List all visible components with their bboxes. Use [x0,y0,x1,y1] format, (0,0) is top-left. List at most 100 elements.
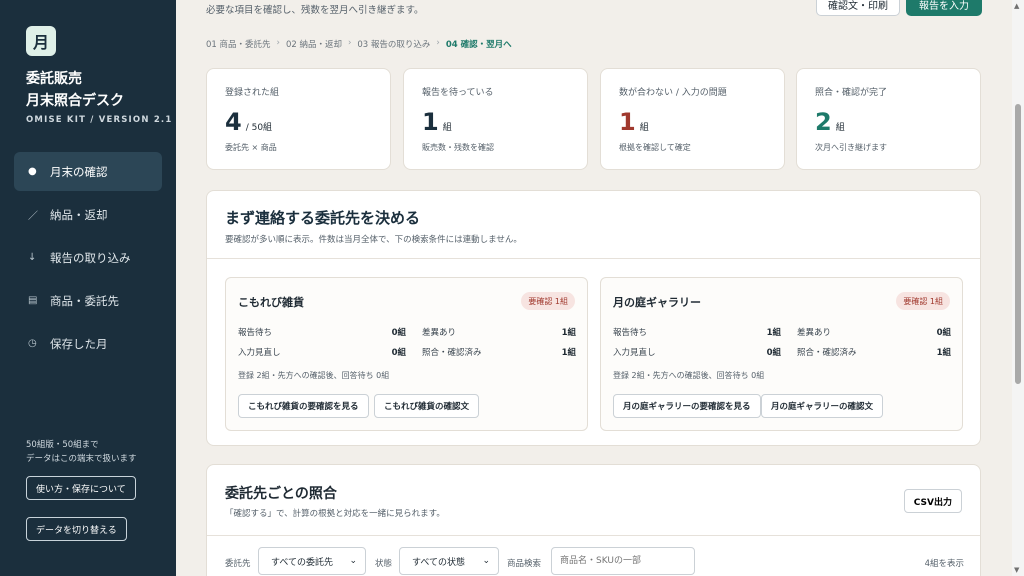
status-badge: 要確認 1組 [896,292,950,310]
sidebar-nav: ● 月末の確認 ／ 納品・返却 ↓ 報告の取り込み ▤ 商品・委託先 ◷ 保存した月 [14,152,162,367]
sidebar-item-import[interactable]: ↓ 報告の取り込み [14,238,162,277]
status-select[interactable]: すべての状態 ⌄ [399,547,499,575]
stat-label: 照合・確認が完了 [815,88,888,98]
stats-value: 1組 [936,348,951,358]
filter-status-label: 状態 [375,559,393,569]
help-button[interactable]: 使い方・保存について [26,476,136,500]
stats-label: 差異あり [422,328,457,338]
stat-unit: 組 [835,123,845,133]
scroll-up-icon[interactable]: ▲ [1014,2,1019,10]
stats-label: 報告待ち [613,328,648,338]
step-3[interactable]: 03 報告の取り込み [357,38,430,50]
step-2[interactable]: 02 納品・返却 [286,38,342,50]
report-input-button[interactable]: 報告を入力 [906,0,982,16]
download-icon: ↓ [28,252,37,263]
stats-label: 入力見直し [238,348,281,358]
stats-value: 0組 [391,328,406,338]
pencil-icon: ／ [28,211,38,222]
stats-value: 1組 [766,328,781,338]
confirm-letter-button[interactable]: 月の庭ギャラリーの確認文 [761,394,884,418]
consignor-card: こもれび雑貨 要確認 1組 報告待ち 0組 差異あり 1組 入力見直し 0組 照合・確認済… [225,277,588,431]
consignor-card: 月の庭ギャラリー 要確認 1組 報告待ち 1組 差異あり 0組 入力見直し 0組 照合・確… [600,277,963,431]
stats-label: 報告待ち [238,328,273,338]
view-issues-button[interactable]: こもれび雑貨の要確認を見る [238,394,369,418]
consignor-select[interactable]: すべての委託先 ⌄ [258,547,366,575]
step-breadcrumb: 01 商品・委託先 › 02 納品・返却 › 03 報告の取り込み › 04 確認・翌… [206,38,512,50]
dot-icon: ● [28,166,37,177]
main-content: 必要な項目を確認し、残数を翌月へ引き継ぎます。 確認文・印刷 報告を入力 01 … [176,0,1012,576]
sidebar-item-products[interactable]: ▤ 商品・委託先 [14,281,162,320]
result-count: 4組を表示 [924,559,964,569]
stats-label: 照合・確認済み [797,348,857,358]
stats-row: 入力見直し 0組 照合・確認済み 1組 [613,342,951,362]
sidebar-item-delivery[interactable]: ／ 納品・返却 [14,195,162,234]
scrollbar-thumb[interactable] [1015,104,1021,384]
sidebar-item-monthend[interactable]: ● 月末の確認 [14,152,162,191]
status-badge: 要確認 1組 [521,292,575,310]
stat-card-mismatch: 数が合わない / 入力の問題 1組 根拠を確認して確定 [600,68,785,170]
stat-value-row: 4/ 50組 [225,108,372,136]
reconcile-subtitle: 「確認する」で、計算の根拠と対応を一緒に見られます。 [225,509,445,519]
confirm-print-button[interactable]: 確認文・印刷 [816,0,900,16]
confirm-letter-button[interactable]: こもれび雑貨の確認文 [374,394,480,418]
reconcile-panel: 委託先ごとの照合 「確認する」で、計算の根拠と対応を一緒に見られます。 CSV出… [206,464,981,576]
stats-value: 0組 [766,348,781,358]
stats-value: 1組 [561,348,576,358]
sidebar-item-saved[interactable]: ◷ 保存した月 [14,324,162,363]
priority-subtitle: 要確認が多い順に表示。件数は当月全体で、下の検索条件には連動しません。 [225,235,522,245]
stats-value: 0組 [936,328,951,338]
chevron-right-icon: › [347,38,352,48]
stat-unit: / 50組 [245,123,273,133]
scroll-down-icon[interactable]: ▼ [1014,566,1019,574]
stats-row: 報告待ち 1組 差異あり 0組 [613,322,951,342]
stat-card-complete: 照合・確認が完了 2組 次月へ引き継げます [796,68,981,170]
stat-value-row: 2組 [815,108,962,136]
consignor-name: こもれび雑貨 [238,296,304,309]
stats-label: 照合・確認済み [422,348,482,358]
stat-card-waiting: 報告を待っている 1組 販売数・残数を確認 [403,68,588,170]
step-4-current[interactable]: 04 確認・翌月へ [446,38,512,50]
sidebar-item-label: 保存した月 [50,336,108,351]
stats-row: 入力見直し 0組 照合・確認済み 1組 [238,342,576,362]
chevron-right-icon: › [276,38,280,48]
app-logo: 月 [26,26,56,56]
stat-note: 販売数・残数を確認 [422,143,494,152]
stat-value-row: 1組 [422,108,569,136]
stat-note: 委託先 × 商品 [225,143,277,152]
sidebar-item-label: 月末の確認 [50,164,108,179]
sidebar-item-label: 商品・委託先 [50,293,119,308]
stat-unit: 組 [639,123,649,133]
stats-label: 差異あり [797,328,832,338]
clock-icon: ◷ [28,338,37,349]
chevron-down-icon: ⌄ [482,556,490,566]
switch-data-button[interactable]: データを切り替える [26,517,127,541]
stat-value: 2 [815,108,832,136]
stat-value-row: 1組 [619,108,766,136]
priority-panel: まず連絡する委託先を決める 要確認が多い順に表示。件数は当月全体で、下の検索条件… [206,190,981,446]
page-subtitle: 必要な項目を確認し、残数を翌月へ引き継ぎます。 [206,5,424,16]
chevron-down-icon: ⌄ [349,556,357,566]
stats-label: 入力見直し [613,348,656,358]
app-version: OMISE KIT / VERSION 2.1 [26,115,173,125]
stats-value: 1組 [561,328,576,338]
priority-title: まず連絡する委託先を決める [225,209,421,227]
stat-label: 報告を待っている [422,88,494,98]
plan-note-line1: 50組版・50組まで [26,440,99,450]
stat-note: 根拠を確認して確定 [619,143,691,152]
csv-export-button[interactable]: CSV出力 [903,489,962,513]
consignor-note: 登録 2組・先方への確認後、回答待ち 0組 [238,371,390,380]
stat-card-registered: 登録された組 4/ 50組 委託先 × 商品 [206,68,391,170]
stat-value: 1 [422,108,439,136]
plan-note: 50組版・50組まで データはこの端末で扱います [26,438,137,466]
app-title-line2: 月末照合デスク [26,93,124,109]
product-search-input[interactable] [551,547,695,575]
list-icon: ▤ [28,295,38,306]
sidebar-item-label: 納品・返却 [50,207,108,222]
chevron-right-icon: › [436,38,440,48]
view-issues-button[interactable]: 月の庭ギャラリーの要確認を見る [613,394,761,418]
filter-consignor-label: 委託先 [225,559,251,569]
consignor-name: 月の庭ギャラリー [613,296,701,309]
step-1[interactable]: 01 商品・委託先 [206,38,271,50]
stat-value: 4 [225,108,242,136]
consignor-stats: 報告待ち 1組 差異あり 0組 入力見直し 0組 照合・確認済み 1組 [613,322,951,362]
